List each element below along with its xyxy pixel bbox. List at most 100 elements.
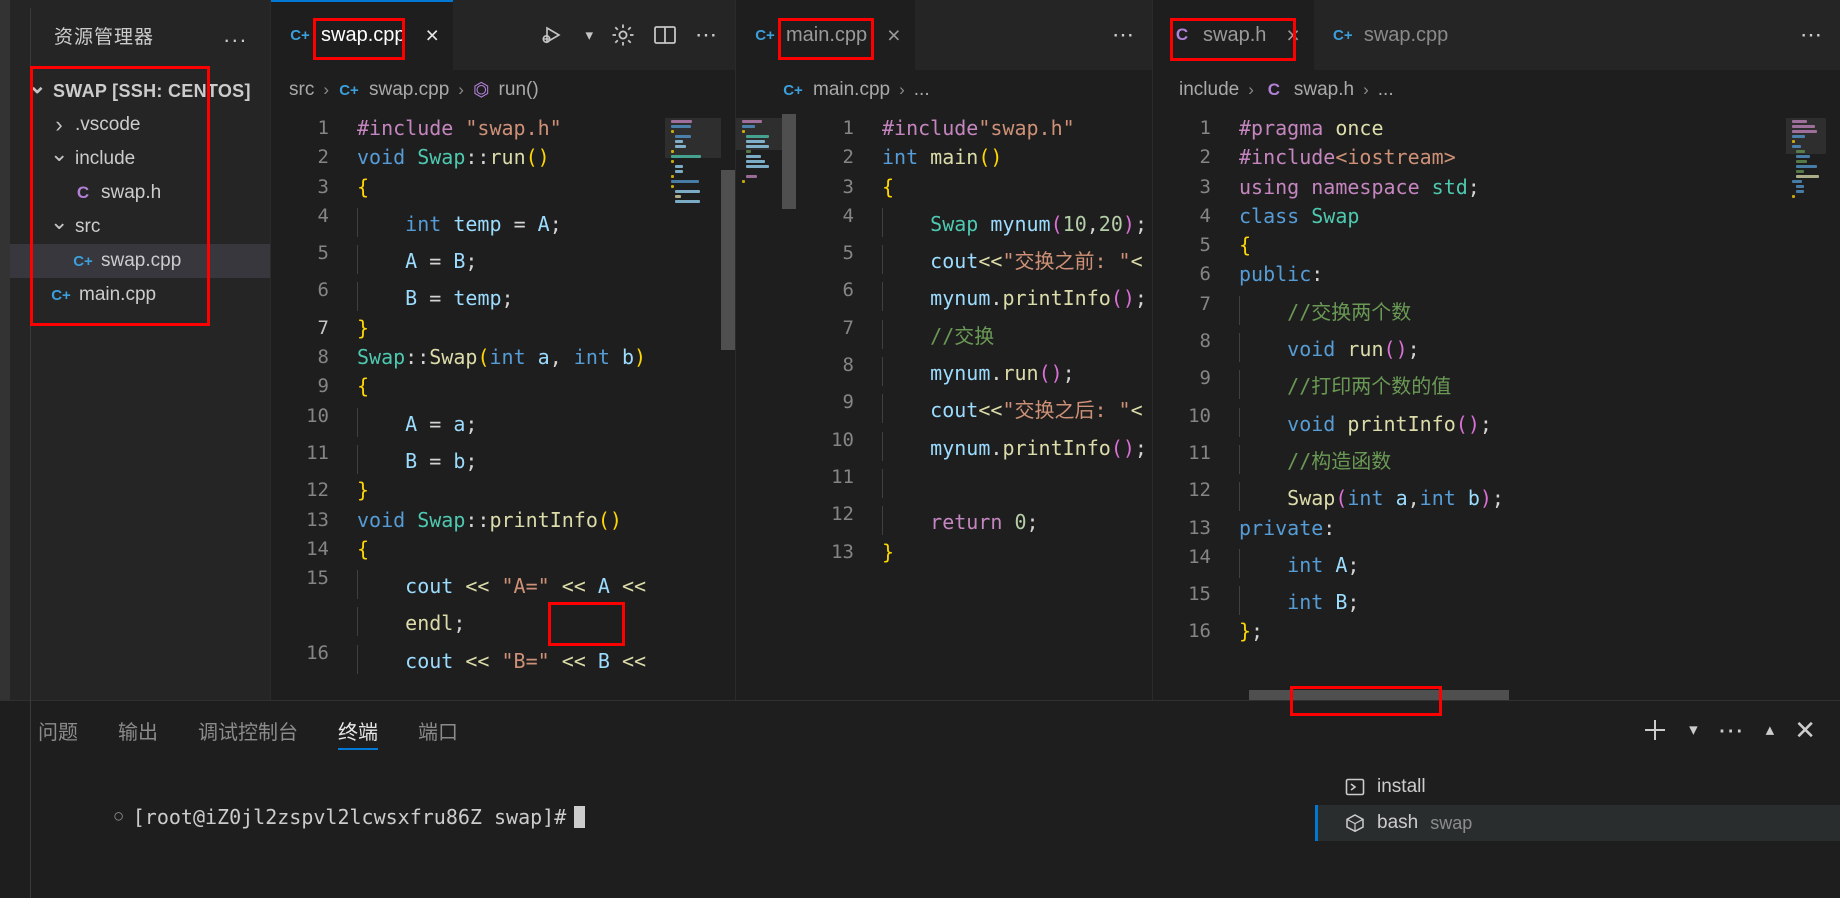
breadcrumb-segment[interactable]: ... — [914, 79, 930, 101]
breadcrumb-segment[interactable]: src — [289, 79, 314, 101]
chevron-up-icon[interactable]: ▴ — [1766, 720, 1775, 740]
minimap-1[interactable] — [665, 110, 721, 700]
gear-icon[interactable] — [611, 23, 635, 47]
chevron-down-icon[interactable]: ▾ — [585, 26, 593, 44]
code-text[interactable]: } — [882, 538, 1152, 567]
code-text[interactable]: cout << "A=" << A << — [357, 564, 665, 601]
code-text[interactable]: { — [1239, 231, 1786, 260]
code-text[interactable]: void Swap::printInfo() — [357, 506, 665, 535]
code-text[interactable]: Swap mynum(10,20); — [882, 202, 1152, 239]
explorer-more-actions-icon[interactable]: ... — [224, 24, 248, 46]
new-terminal-icon[interactable] — [1641, 716, 1669, 744]
code-text[interactable]: endl; — [357, 601, 665, 638]
code-text[interactable]: B = b; — [357, 439, 665, 476]
code-text[interactable]: A = B; — [357, 239, 665, 276]
panel-tab-terminal[interactable]: 终端 — [318, 707, 398, 753]
code-text[interactable]: Swap::Swap(int a, int b) — [357, 343, 665, 372]
breadcrumb-segment[interactable]: include — [1179, 79, 1239, 101]
code-text[interactable]: void printInfo(); — [1239, 402, 1786, 439]
editor-scrollbar-2[interactable] — [782, 110, 796, 700]
code-text[interactable] — [882, 463, 1152, 500]
panel-tab-ports[interactable]: 端口 — [398, 707, 478, 753]
code-editor-1[interactable]: 1 #include "swap.h" 2 void Swap::run() 3{4 i… — [271, 110, 735, 700]
breadcrumb-segment[interactable]: swap.cpp — [369, 79, 449, 101]
code-text[interactable]: Swap(int a,int b); — [1239, 476, 1786, 513]
breadcrumb-segment[interactable]: swap.h — [1294, 79, 1354, 101]
panel-tab-debug-console[interactable]: 调试控制台 — [178, 707, 318, 753]
code-text[interactable]: { — [882, 173, 1152, 202]
horizontal-scrollbar-3[interactable] — [1153, 690, 1840, 700]
minimap-2[interactable] — [736, 110, 782, 700]
code-text[interactable]: A = a; — [357, 402, 665, 439]
tab-swap-cpp[interactable]: C+ swap.cpp × — [271, 0, 453, 70]
code-text[interactable]: mynum.run(); — [882, 351, 1152, 388]
editor-scrollbar-1[interactable] — [721, 110, 735, 700]
code-text[interactable]: }; — [1239, 617, 1786, 646]
scrollbar-thumb[interactable] — [782, 114, 796, 209]
activity-bar[interactable] — [0, 0, 10, 700]
code-text[interactable]: #pragma once — [1239, 114, 1786, 143]
tree-item-swap-h[interactable]: C swap.h — [10, 176, 270, 210]
code-text[interactable]: { — [357, 173, 665, 202]
tab-swap-h[interactable]: C swap.h × — [1153, 0, 1314, 70]
code-editor-2[interactable]: 1 #include"swap.h" 2 int main() 3{4 Swap myn… — [736, 110, 1152, 700]
code-text[interactable]: B = temp; — [357, 276, 665, 313]
tab-swap-cpp-preview[interactable]: C+ swap.cpp — [1313, 0, 1463, 70]
tree-item-src[interactable]: src — [10, 210, 270, 244]
terminal-list-item-install[interactable]: install — [1315, 769, 1840, 805]
code-text[interactable]: int main() — [882, 143, 1152, 172]
code-text[interactable]: { — [357, 535, 665, 564]
code-text[interactable]: cout << "B=" << B << — [357, 639, 665, 676]
code-lines-3[interactable]: 1 #pragma once 2 #include<iostream> 3 using n… — [1153, 110, 1786, 690]
code-text[interactable]: //打印两个数的值 — [1239, 364, 1786, 401]
breadcrumb-segment[interactable]: main.cpp — [813, 79, 890, 101]
scrollbar-thumb[interactable] — [721, 170, 735, 350]
terminal-list-item-bash[interactable]: bash swap — [1315, 805, 1840, 841]
code-text[interactable]: //构造函数 — [1239, 439, 1786, 476]
scrollbar-thumb[interactable] — [1249, 690, 1509, 700]
panel-tab-output[interactable]: 输出 — [98, 707, 178, 753]
code-text[interactable]: mynum.printInfo(); — [882, 276, 1152, 313]
chevron-down-icon[interactable]: ▾ — [1689, 720, 1698, 740]
tree-item-include[interactable]: include — [10, 142, 270, 176]
tab-main-cpp[interactable]: C+ main.cpp × — [736, 0, 915, 70]
minimap-3[interactable] — [1786, 110, 1826, 690]
code-text[interactable]: { — [357, 372, 665, 401]
code-editor-3[interactable]: 1 #pragma once 2 #include<iostream> 3 using n… — [1153, 110, 1840, 690]
code-text[interactable]: public: — [1239, 260, 1786, 289]
code-text[interactable]: private: — [1239, 514, 1786, 543]
more-actions-icon[interactable]: ⋯ — [1718, 717, 1746, 743]
terminal-output[interactable]: ○ [root@iZ0jl2zspvl2lcwsxfru86Z swap]# — [0, 759, 1315, 898]
editor-scrollbar-3[interactable] — [1826, 110, 1840, 690]
tree-item-main-cpp[interactable]: C+ main.cpp — [10, 278, 270, 312]
breadcrumb-segment[interactable]: ... — [1378, 79, 1394, 101]
code-text[interactable]: using namespace std; — [1239, 173, 1786, 202]
code-text[interactable]: } — [357, 314, 665, 343]
code-text[interactable]: //交换 — [882, 314, 1152, 351]
code-text[interactable]: cout<<"交换之前: "< — [882, 239, 1152, 276]
code-text[interactable]: return 0; — [882, 500, 1152, 537]
tree-root-swap[interactable]: SWAP [SSH: CENTOS] — [10, 74, 270, 108]
code-text[interactable]: class Swap — [1239, 202, 1786, 231]
close-icon[interactable]: ✕ — [1794, 715, 1816, 746]
more-actions-icon[interactable]: ⋯ — [1112, 24, 1136, 46]
code-text[interactable]: //交换两个数 — [1239, 290, 1786, 327]
code-text[interactable]: #include "swap.h" — [357, 114, 665, 143]
code-text[interactable]: void Swap::run() — [357, 143, 665, 172]
code-text[interactable]: mynum.printInfo(); — [882, 426, 1152, 463]
run-and-debug-icon[interactable] — [541, 24, 567, 46]
close-icon[interactable]: × — [1286, 22, 1299, 49]
code-lines-1[interactable]: 1 #include "swap.h" 2 void Swap::run() 3{4 i… — [271, 110, 665, 700]
code-text[interactable]: int temp = A; — [357, 202, 665, 239]
close-icon[interactable]: × — [887, 22, 900, 49]
code-text[interactable]: int A; — [1239, 543, 1786, 580]
code-text[interactable]: int B; — [1239, 580, 1786, 617]
more-actions-icon[interactable]: ⋯ — [1800, 24, 1824, 46]
code-text[interactable]: #include"swap.h" — [882, 114, 1152, 143]
code-text[interactable]: } — [357, 476, 665, 505]
code-lines-2[interactable]: 1 #include"swap.h" 2 int main() 3{4 Swap myn… — [796, 110, 1152, 700]
code-text[interactable]: #include<iostream> — [1239, 143, 1786, 172]
code-text[interactable]: cout<<"交换之后: "< — [882, 388, 1152, 425]
breadcrumb-segment[interactable]: run() — [499, 79, 539, 101]
more-actions-icon[interactable]: ⋯ — [695, 24, 719, 46]
